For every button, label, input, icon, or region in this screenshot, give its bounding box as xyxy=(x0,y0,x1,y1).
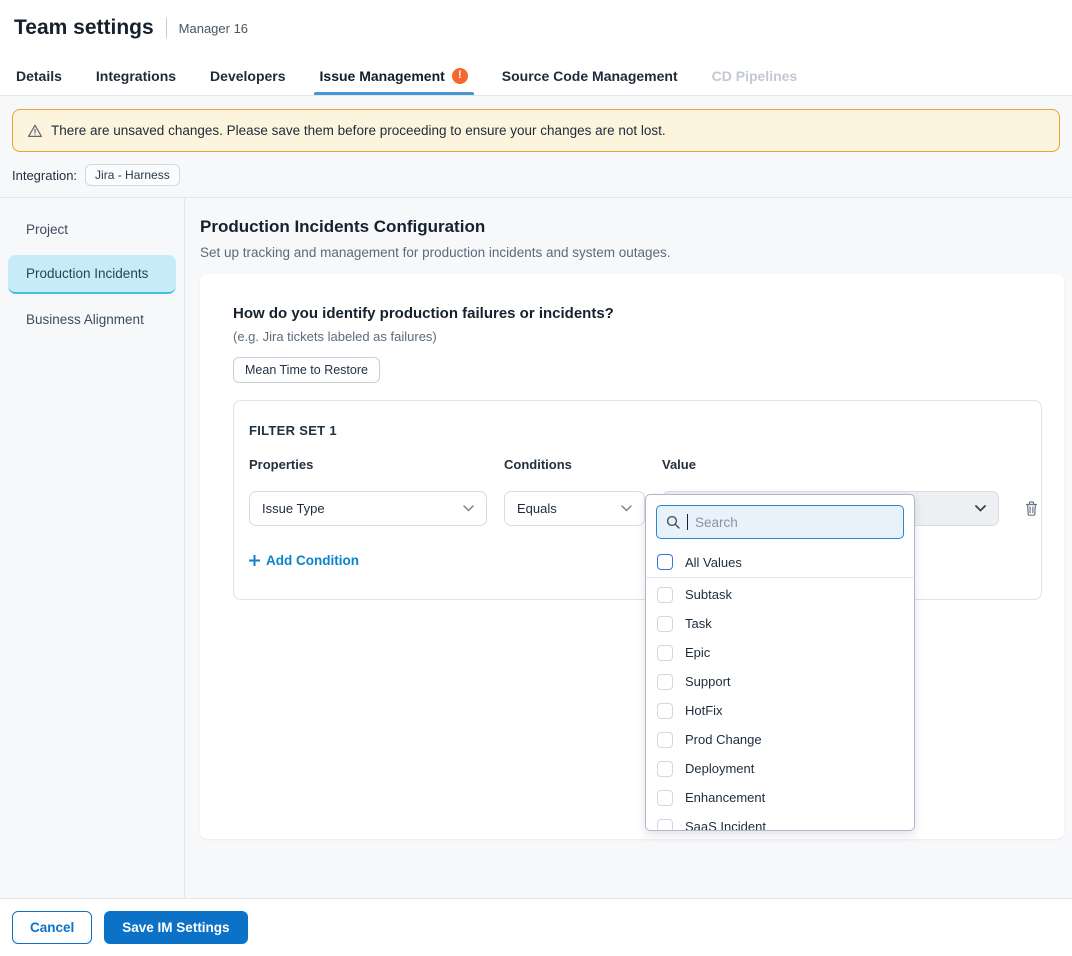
content-area: There are unsaved changes. Please save t… xyxy=(0,96,1072,898)
option-checkbox[interactable] xyxy=(657,674,673,690)
metric-chip[interactable]: Mean Time to Restore xyxy=(233,357,380,383)
option-task[interactable]: Task xyxy=(646,609,914,638)
add-condition-button[interactable]: Add Condition xyxy=(249,553,359,568)
option-subtask[interactable]: Subtask xyxy=(646,580,914,609)
tab-issue-management[interactable]: Issue Management! xyxy=(318,56,470,95)
sidebar-item-production-incidents[interactable]: Production Incidents xyxy=(8,255,176,294)
unsaved-changes-banner: There are unsaved changes. Please save t… xyxy=(12,109,1060,152)
integration-chip[interactable]: Jira - Harness xyxy=(85,164,180,186)
text-cursor xyxy=(687,514,688,530)
option-label: SaaS Incident xyxy=(685,819,766,831)
option-all-values[interactable]: All Values xyxy=(646,547,914,578)
value-dropdown-panel: Search All Values Subtask Task Epic Support… xyxy=(645,494,915,831)
warning-triangle-icon xyxy=(27,123,43,139)
sidebar-item-project[interactable]: Project xyxy=(8,212,176,247)
save-im-settings-button[interactable]: Save IM Settings xyxy=(104,911,247,944)
all-values-label: All Values xyxy=(685,555,742,570)
option-checkbox[interactable] xyxy=(657,790,673,806)
sidebar-item-business-alignment[interactable]: Business Alignment xyxy=(8,302,176,337)
integration-label: Integration: xyxy=(12,168,77,183)
unsaved-changes-text: There are unsaved changes. Please save t… xyxy=(51,123,666,138)
filter-set-title: FILTER SET 1 xyxy=(249,423,1021,438)
page-header: Team settings Manager 16 xyxy=(0,0,1072,56)
option-saas-incident[interactable]: SaaS Incident xyxy=(646,812,914,831)
tab-label: Integrations xyxy=(96,68,176,84)
option-label: Support xyxy=(685,674,731,689)
condition-select[interactable]: Equals xyxy=(504,491,645,526)
option-prod-change[interactable]: Prod Change xyxy=(646,725,914,754)
plus-icon xyxy=(249,555,260,566)
tab-bar: Details Integrations Developers Issue Manag… xyxy=(0,56,1072,96)
main-panel: Production Incidents Configuration Set u… xyxy=(185,198,1072,898)
option-checkbox[interactable] xyxy=(657,703,673,719)
option-checkbox[interactable] xyxy=(657,819,673,832)
option-support[interactable]: Support xyxy=(646,667,914,696)
tab-source-code-management[interactable]: Source Code Management xyxy=(500,56,680,95)
conditions-column-label: Conditions xyxy=(504,457,645,472)
tab-integrations[interactable]: Integrations xyxy=(94,56,178,95)
property-select[interactable]: Issue Type xyxy=(249,491,487,526)
all-values-checkbox[interactable] xyxy=(657,554,673,570)
alert-badge-icon: ! xyxy=(452,68,468,84)
option-checkbox[interactable] xyxy=(657,732,673,748)
option-label: Epic xyxy=(685,645,710,660)
tab-label: Source Code Management xyxy=(502,68,678,84)
tab-developers[interactable]: Developers xyxy=(208,56,287,95)
delete-condition-button[interactable] xyxy=(1016,491,1046,526)
tab-details[interactable]: Details xyxy=(14,56,64,95)
option-checkbox[interactable] xyxy=(657,587,673,603)
tab-label: Details xyxy=(16,68,62,84)
dropdown-search-input[interactable]: Search xyxy=(656,505,904,539)
integration-row: Integration: Jira - Harness xyxy=(0,152,1072,197)
chevron-down-icon xyxy=(975,505,986,512)
search-icon xyxy=(666,515,680,529)
question-heading: How do you identify production failures … xyxy=(233,305,1042,322)
section-title: Production Incidents Configuration xyxy=(200,217,1064,237)
option-enhancement[interactable]: Enhancement xyxy=(646,783,914,812)
search-placeholder: Search xyxy=(695,515,738,530)
tab-label: CD Pipelines xyxy=(712,68,798,84)
settings-body: Project Production Incidents Business Alig… xyxy=(0,197,1072,898)
footer-bar: Cancel Save IM Settings xyxy=(0,898,1072,956)
option-checkbox[interactable] xyxy=(657,645,673,661)
option-label: Enhancement xyxy=(685,790,765,805)
filter-set-box: FILTER SET 1 Properties Conditions Value… xyxy=(233,400,1042,600)
value-column-label: Value xyxy=(662,457,999,472)
question-hint: (e.g. Jira tickets labeled as failures) xyxy=(233,329,1042,344)
option-deployment[interactable]: Deployment xyxy=(646,754,914,783)
property-select-value: Issue Type xyxy=(262,501,325,516)
tab-label: Developers xyxy=(210,68,285,84)
settings-sidebar: Project Production Incidents Business Alig… xyxy=(0,198,185,898)
properties-column-label: Properties xyxy=(249,457,487,472)
condition-select-value: Equals xyxy=(517,501,557,516)
chevron-down-icon xyxy=(463,505,474,512)
add-condition-label: Add Condition xyxy=(266,553,359,568)
option-hotfix[interactable]: HotFix xyxy=(646,696,914,725)
team-settings-page: Team settings Manager 16 Details Integrat… xyxy=(0,0,1072,956)
option-label: Task xyxy=(685,616,712,631)
page-title: Team settings xyxy=(14,16,154,40)
incidents-config-card: How do you identify production failures … xyxy=(200,274,1064,839)
title-divider xyxy=(166,18,167,38)
tab-cd-pipelines: CD Pipelines xyxy=(710,56,800,95)
section-subtitle: Set up tracking and management for produ… xyxy=(200,245,1064,260)
trash-icon xyxy=(1024,500,1039,517)
option-label: Subtask xyxy=(685,587,732,602)
option-checkbox[interactable] xyxy=(657,761,673,777)
dropdown-options-list: Subtask Task Epic Support HotFix Prod Change D… xyxy=(646,580,914,831)
cancel-button[interactable]: Cancel xyxy=(12,911,92,944)
option-checkbox[interactable] xyxy=(657,616,673,632)
team-name-label: Manager 16 xyxy=(179,21,248,36)
option-label: HotFix xyxy=(685,703,723,718)
option-label: Deployment xyxy=(685,761,754,776)
tab-label: Issue Management xyxy=(320,68,445,84)
option-label: Prod Change xyxy=(685,732,762,747)
chevron-down-icon xyxy=(621,505,632,512)
option-epic[interactable]: Epic xyxy=(646,638,914,667)
